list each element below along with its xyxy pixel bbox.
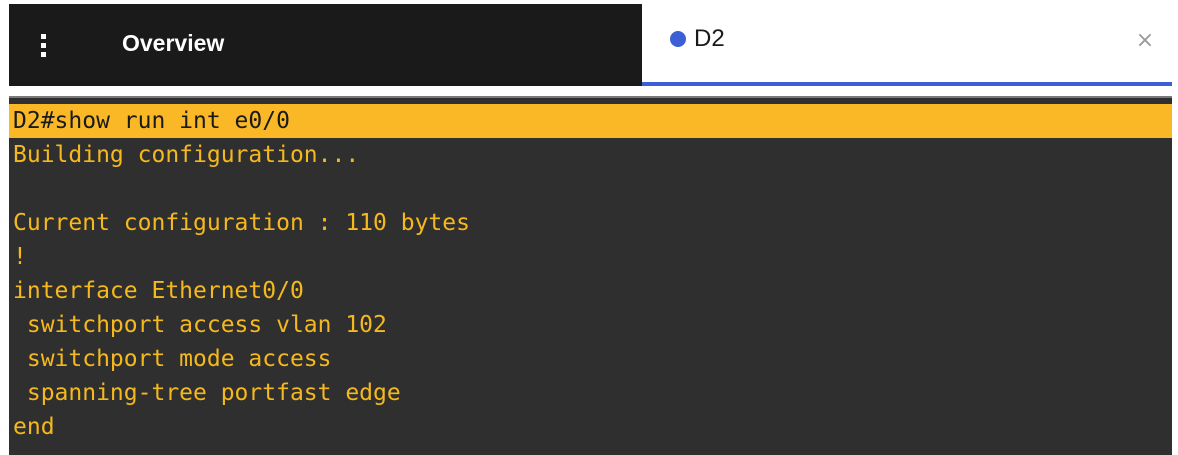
terminal-line-command: D2#show run int e0/0 <box>9 104 1172 138</box>
terminal-line: ! <box>13 244 27 270</box>
terminal-line: end <box>13 414 55 440</box>
kebab-menu-icon <box>40 33 46 57</box>
tab-overview[interactable]: Overview <box>9 4 642 86</box>
tab-d2[interactable]: D2 × <box>642 4 1172 86</box>
terminal-line: switchport access vlan 102 <box>13 312 387 338</box>
terminal-line: interface Ethernet0/0 <box>13 278 304 304</box>
menu-button[interactable] <box>9 4 77 86</box>
app-frame: Overview D2 × D2#show run int e0/0 Build… <box>0 0 1178 455</box>
tab-bar: Overview D2 × <box>9 4 1172 86</box>
tab-overview-label: Overview <box>122 29 225 56</box>
terminal-line: switchport mode access <box>13 346 332 372</box>
terminal-line: spanning-tree portfast edge <box>13 380 401 406</box>
terminal-line: Current configuration : 110 bytes <box>13 210 470 236</box>
terminal-line: Building configuration... <box>13 142 360 168</box>
status-dot-icon <box>670 31 686 47</box>
close-icon[interactable]: × <box>1132 28 1158 54</box>
tab-d2-label: D2 <box>694 25 725 52</box>
terminal-console[interactable]: D2#show run int e0/0 Building configurat… <box>9 96 1172 455</box>
